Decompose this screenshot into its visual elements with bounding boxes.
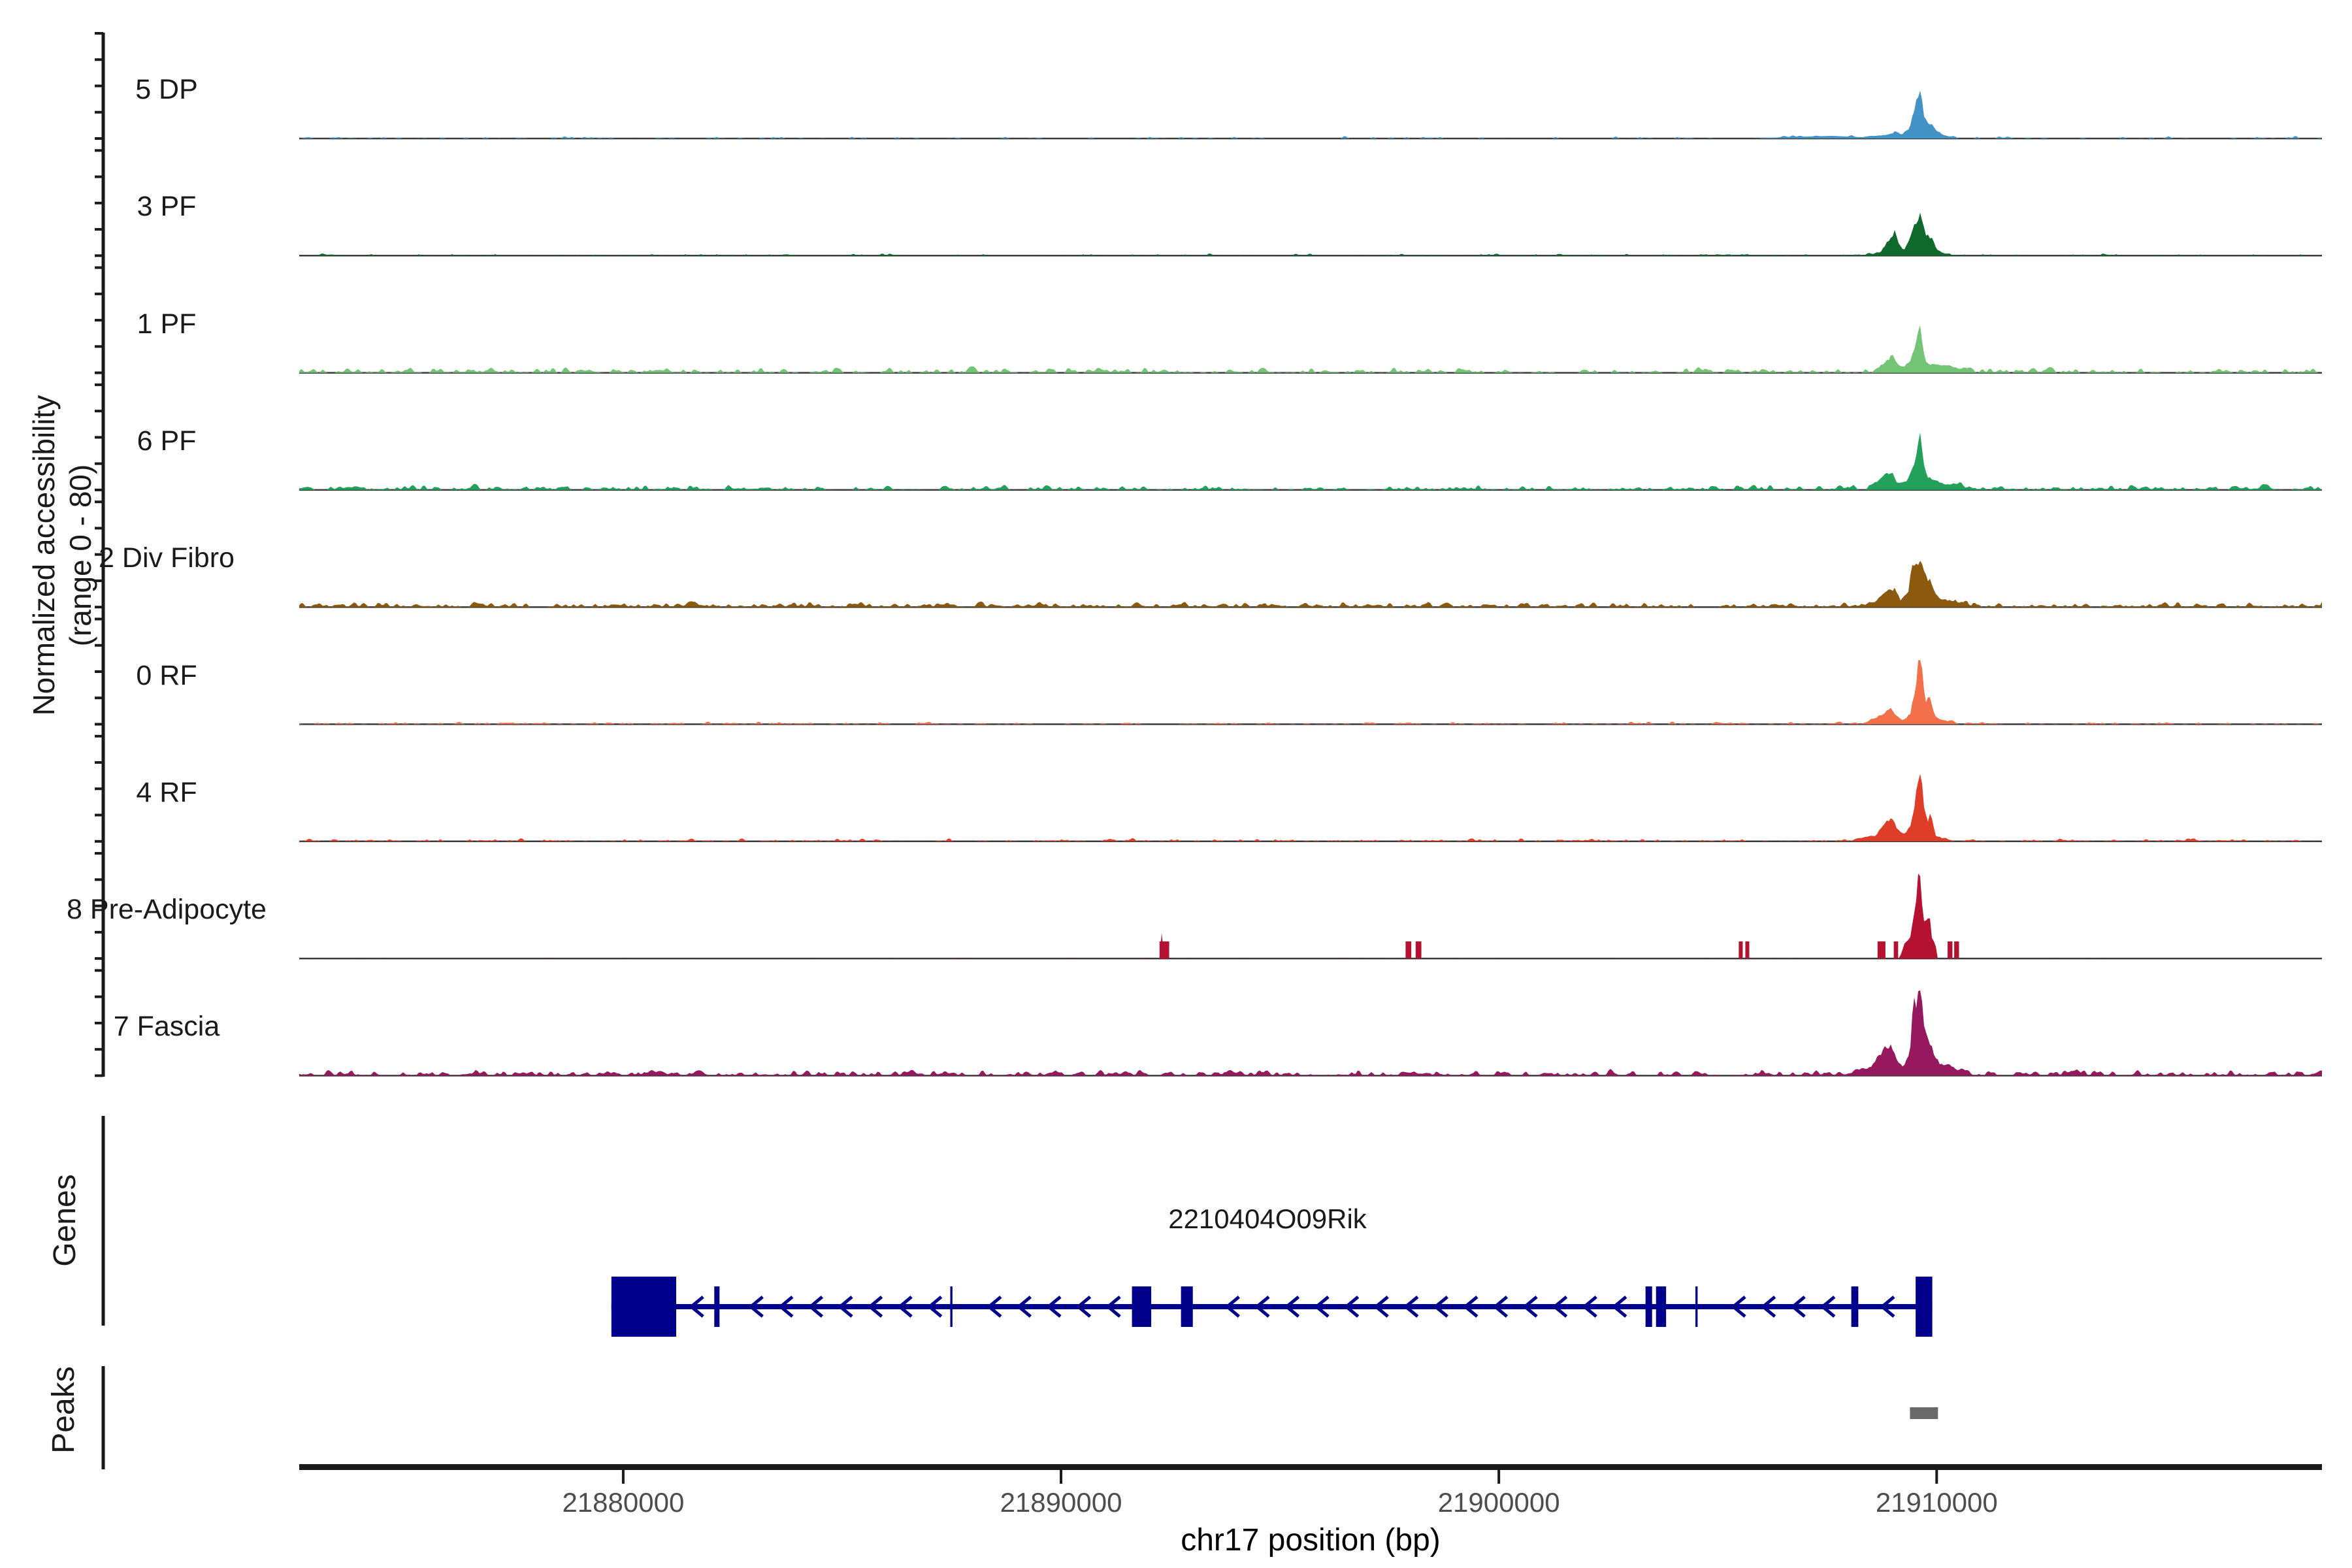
gene-exon	[950, 1286, 952, 1327]
gene-exon	[1646, 1286, 1652, 1327]
track-signal-block	[1948, 941, 1952, 958]
gene-exon	[1916, 1277, 1932, 1337]
x-axis-title: chr17 position (bp)	[853, 1522, 1768, 1558]
gene-exon	[714, 1286, 719, 1327]
peak-interval-box	[1910, 1407, 1938, 1419]
tracks-canvas	[0, 0, 2352, 1568]
coverage-plot-figure: Normalized accessibility (range 0 - 80) …	[0, 0, 2352, 1568]
track-signal-block	[1954, 941, 1959, 958]
track-signal-7-fascia	[299, 990, 2322, 1076]
track-signal-block	[1894, 941, 1899, 958]
track-signal-8-pre-adipocyte	[299, 874, 2322, 958]
track-label-0-rf: 0 RF	[26, 659, 307, 692]
track-signal-block	[1416, 941, 1422, 958]
x-axis-tick-label: 21900000	[1394, 1487, 1603, 1518]
track-label-5-dp: 5 DP	[26, 73, 307, 106]
track-label-2-div-fibro: 2 Div Fibro	[26, 542, 307, 574]
x-axis-tick-label: 21880000	[519, 1487, 728, 1518]
track-signal-3-pf	[299, 212, 2322, 255]
peaks-section-label: Peaks	[48, 1201, 80, 1568]
gene-name-label: 2210404O09Rik	[1006, 1203, 1529, 1235]
track-label-6-pf: 6 PF	[26, 425, 307, 457]
track-signal-4-rf	[299, 774, 2322, 841]
track-signal-block	[1160, 941, 1169, 958]
x-axis-tick-label: 21890000	[956, 1487, 1166, 1518]
x-axis-line	[299, 1464, 2322, 1470]
track-signal-2-div-fibro	[299, 561, 2322, 607]
gene-exon	[1852, 1286, 1859, 1327]
track-signal-block	[1739, 941, 1742, 958]
track-signal-6-pf	[299, 433, 2322, 490]
track-label-4-rf: 4 RF	[26, 776, 307, 809]
track-signal-5-dp	[299, 91, 2322, 139]
track-signal-block	[1745, 941, 1749, 958]
gene-exon	[1181, 1286, 1193, 1327]
gene-exon	[1656, 1286, 1666, 1327]
track-signal-0-rf	[299, 660, 2322, 724]
track-label-1-pf: 1 PF	[26, 308, 307, 340]
gene-exon	[1695, 1286, 1697, 1327]
track-label-3-pf: 3 PF	[26, 190, 307, 223]
x-axis-tick-label: 21910000	[1832, 1487, 2041, 1518]
track-signal-block	[1405, 941, 1411, 958]
track-signal-1-pf	[299, 325, 2322, 373]
gene-exon	[1132, 1286, 1151, 1327]
gene-exon	[612, 1277, 676, 1337]
track-label-8-pre-adipocyte: 8 Pre-Adipocyte	[26, 893, 307, 926]
track-signal-block	[1878, 941, 1886, 958]
